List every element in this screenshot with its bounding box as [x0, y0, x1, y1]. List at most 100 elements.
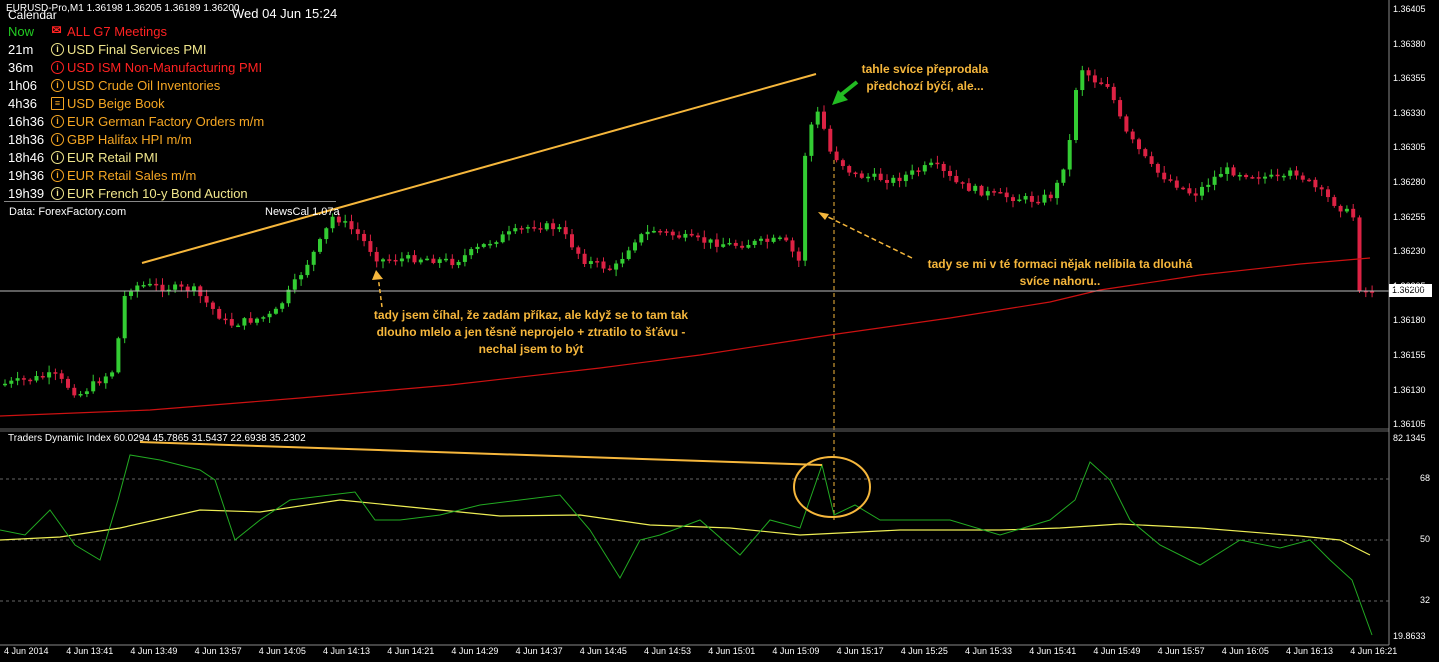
news-event: GBP Halifax HPI m/m [67, 132, 192, 147]
candle-body [954, 175, 959, 183]
candle-body [822, 111, 826, 129]
candle-body [1074, 90, 1078, 141]
time-tick-label: 4 Jun 15:01 [708, 646, 756, 656]
candle-body [941, 163, 946, 171]
news-event: USD Crude Oil Inventories [67, 78, 220, 93]
news-currency: EUR [67, 168, 95, 183]
candle-body [929, 162, 934, 166]
candle-body [1042, 194, 1047, 203]
news-event-title: G7 Meetings [93, 24, 167, 39]
candle-body [752, 240, 757, 245]
candle-body [733, 242, 738, 246]
candle-body [966, 183, 971, 191]
candle-body [847, 166, 852, 173]
candle-body [790, 240, 795, 252]
candle-body [500, 234, 505, 243]
info-icon: i [51, 133, 64, 146]
time-tick-label: 4 Jun 14:05 [258, 646, 306, 656]
candle-body [1332, 197, 1337, 206]
candle-body [759, 238, 763, 241]
candle-body [431, 258, 436, 263]
time-tick-label: 4 Jun 15:33 [965, 646, 1013, 656]
candle-body [960, 182, 965, 184]
candle-body [1319, 187, 1324, 190]
candle-body [53, 372, 58, 374]
candle-body [462, 255, 467, 262]
candle-body [160, 284, 165, 291]
candle-body [179, 284, 184, 287]
candle-body [1181, 187, 1186, 190]
candle-body [998, 192, 1003, 194]
info-icon: i [51, 43, 64, 56]
price-tick-label: 1.36380 [1393, 38, 1426, 49]
candle-body [368, 241, 373, 252]
candle-body [948, 170, 952, 176]
time-tick-label: 4 Jun 13:41 [66, 646, 114, 656]
info-icon: i [51, 169, 64, 182]
indicator-tick-label: 32 [1420, 595, 1431, 605]
candle-body [412, 255, 417, 263]
candle-body [1307, 179, 1312, 182]
time-tick-label: 4 Jun 16:13 [1286, 646, 1334, 656]
news-currency: ALL [67, 24, 90, 39]
candle-body [299, 275, 304, 280]
calendar-title[interactable]: Calendar [8, 8, 57, 22]
candle-body [796, 251, 801, 261]
candle-body [330, 216, 335, 229]
candle-body [784, 237, 789, 241]
candle-body [551, 223, 556, 230]
news-event: EUR Retail Sales m/m [67, 168, 196, 183]
candle-body [1288, 170, 1293, 176]
candle-body [1326, 189, 1330, 198]
candle-body [525, 227, 530, 229]
time-tick-label: 4 Jun 14:37 [515, 646, 563, 656]
annotation-left: tady jsem číhal, že zadám příkaz, ale kd… [366, 307, 696, 358]
candle-body [1092, 75, 1097, 83]
news-currency: EUR [67, 150, 95, 165]
candle-body [72, 387, 77, 396]
price-tick-label: 1.36230 [1393, 246, 1426, 257]
candle-body [1231, 167, 1236, 176]
news-time: 36m [8, 60, 34, 75]
candle-body [355, 229, 360, 234]
news-currency: USD [67, 96, 95, 111]
candle-body [349, 221, 354, 230]
candle-body [1168, 179, 1173, 181]
candle-body [714, 239, 719, 247]
candle-body [916, 170, 921, 172]
time-tick-label: 4 Jun 14:53 [644, 646, 692, 656]
candle-body [1275, 174, 1280, 177]
candle-body [1029, 196, 1034, 202]
candle-body [292, 279, 297, 290]
candle-body [210, 302, 215, 309]
candle-body [633, 242, 637, 251]
candle-body [1187, 188, 1192, 194]
annotation-line: tady jsem číhal, že zadám příkaz, ale kd… [373, 308, 689, 322]
news-time: Now [8, 24, 35, 39]
news-event: USD Beige Book [67, 96, 165, 111]
candle-body [513, 228, 518, 232]
time-tick-label: 4 Jun 13:49 [130, 646, 178, 656]
candle-body [1218, 173, 1223, 177]
candle-body [84, 391, 89, 395]
candle-body [570, 234, 574, 248]
candle-body [399, 258, 404, 262]
price-tick-label: 1.36155 [1393, 350, 1426, 360]
annotation-line: nechal jsem to být [478, 342, 584, 356]
candle-body [437, 259, 442, 263]
candle-body [1023, 196, 1028, 200]
chart-header: EURUSD-Pro,M1 1.36198 1.36205 1.36189 1.… [0, 0, 1389, 22]
news-currency: USD [67, 42, 95, 57]
candle-body [280, 303, 285, 309]
news-event-title: Final Services PMI [98, 42, 207, 57]
candle-body [229, 319, 234, 326]
news-event: EUR German Factory Orders m/m [67, 114, 264, 129]
candle-body [444, 258, 448, 261]
price-tick-label: 1.36105 [1393, 419, 1426, 430]
chart-canvas[interactable] [0, 0, 1439, 662]
candle-body [147, 283, 152, 286]
news-time: 18h36 [8, 132, 45, 147]
candle-body [59, 373, 64, 379]
price-tick-label: 1.36280 [1393, 177, 1426, 187]
candle-body [702, 237, 707, 243]
